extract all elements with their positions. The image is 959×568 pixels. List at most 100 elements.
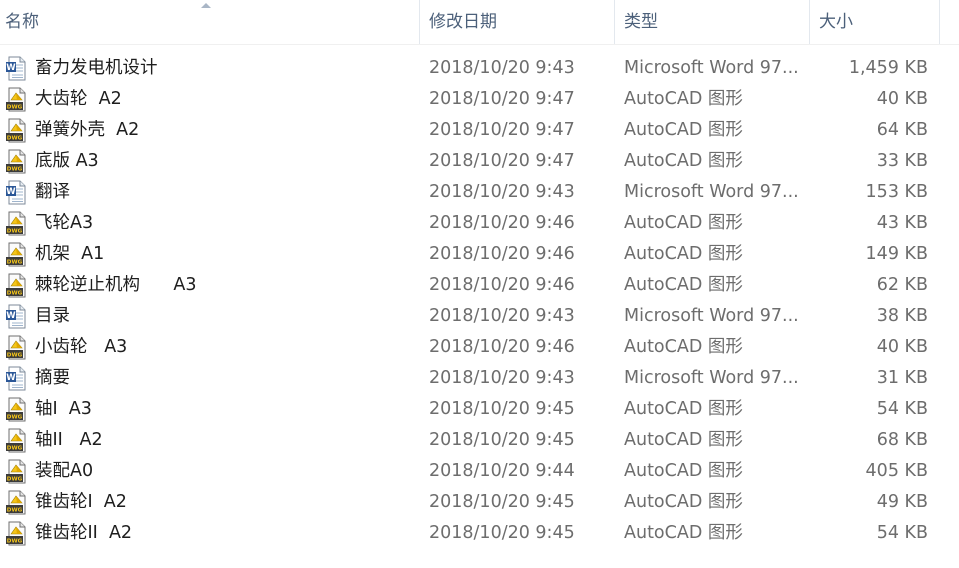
file-size: 49 KB (876, 492, 928, 512)
file-row[interactable]: DWG 棘轮逆止机构 A3 2018/10/20 9:46 AutoCAD 图形… (0, 270, 940, 301)
file-size: 153 KB (865, 182, 928, 202)
autocad-drawing-icon: DWG (5, 459, 29, 484)
file-size: 43 KB (876, 213, 928, 233)
file-name: 大齿轮 A2 (35, 89, 122, 109)
file-size: 40 KB (876, 337, 928, 357)
autocad-drawing-icon: DWG (5, 428, 29, 453)
autocad-drawing-icon: DWG (5, 87, 29, 112)
file-size: 40 KB (876, 89, 928, 109)
file-type: AutoCAD 图形 (624, 151, 743, 171)
svg-text:DWG: DWG (7, 105, 23, 111)
file-row[interactable]: DWG 飞轮A3 2018/10/20 9:46 AutoCAD 图形 43 K… (0, 208, 940, 239)
file-size: 149 KB (865, 244, 928, 264)
svg-text:DWG: DWG (7, 415, 23, 421)
file-type: AutoCAD 图形 (624, 120, 743, 140)
file-type: AutoCAD 图形 (624, 337, 743, 357)
autocad-drawing-icon: DWG (5, 242, 29, 267)
svg-text:DWG: DWG (7, 353, 23, 359)
column-header-bar: 名称 修改日期 类型 大小 (0, 0, 959, 45)
column-header-name[interactable]: 名称 (0, 0, 420, 44)
file-type: Microsoft Word 97... (624, 182, 799, 202)
column-header-size-label: 大小 (819, 12, 853, 32)
file-date-modified: 2018/10/20 9:45 (429, 492, 575, 512)
svg-text:W: W (6, 311, 16, 321)
file-name: 锥齿轮I A2 (35, 492, 127, 512)
autocad-drawing-icon: DWG (5, 118, 29, 143)
sort-ascending-icon (201, 3, 211, 8)
column-header-name-label: 名称 (5, 12, 39, 32)
file-row[interactable]: DWG 机架 A1 2018/10/20 9:46 AutoCAD 图形 149… (0, 239, 940, 270)
file-type: Microsoft Word 97... (624, 58, 799, 78)
file-row[interactable]: DWG 装配A0 2018/10/20 9:44 AutoCAD 图形 405 … (0, 456, 940, 487)
autocad-drawing-icon: DWG (5, 521, 29, 546)
file-name: 飞轮A3 (35, 213, 94, 233)
file-type: AutoCAD 图形 (624, 461, 743, 481)
file-name: 畜力发电机设计 (35, 58, 158, 78)
file-size: 68 KB (876, 430, 928, 450)
svg-text:DWG: DWG (7, 477, 23, 483)
word-document-icon: W (5, 366, 29, 391)
file-type: AutoCAD 图形 (624, 244, 743, 264)
autocad-drawing-icon: DWG (5, 397, 29, 422)
column-header-date-modified[interactable]: 修改日期 (420, 0, 615, 44)
file-date-modified: 2018/10/20 9:46 (429, 213, 575, 233)
file-name: 轴II A2 (35, 430, 103, 450)
file-size: 62 KB (876, 275, 928, 295)
file-type: Microsoft Word 97... (624, 306, 799, 326)
file-row[interactable]: W 摘要 2018/10/20 9:43 Microsoft Word 97..… (0, 363, 940, 394)
word-document-icon: W (5, 56, 29, 81)
file-row[interactable]: DWG 大齿轮 A2 2018/10/20 9:47 AutoCAD 图形 40… (0, 84, 940, 115)
file-name: 底版 A3 (35, 151, 99, 171)
file-date-modified: 2018/10/20 9:43 (429, 306, 575, 326)
file-date-modified: 2018/10/20 9:46 (429, 337, 575, 357)
file-row[interactable]: DWG 轴II A2 2018/10/20 9:45 AutoCAD 图形 68… (0, 425, 940, 456)
file-size: 31 KB (876, 368, 928, 388)
file-size: 54 KB (876, 523, 928, 543)
file-row[interactable]: DWG 底版 A3 2018/10/20 9:47 AutoCAD 图形 33 … (0, 146, 940, 177)
file-row[interactable]: DWG 弹簧外壳 A2 2018/10/20 9:47 AutoCAD 图形 6… (0, 115, 940, 146)
autocad-drawing-icon: DWG (5, 490, 29, 515)
file-row[interactable]: W 目录 2018/10/20 9:43 Microsoft Word 97..… (0, 301, 940, 332)
svg-text:DWG: DWG (7, 229, 23, 235)
file-row[interactable]: W 翻译 2018/10/20 9:43 Microsoft Word 97..… (0, 177, 940, 208)
file-row[interactable]: DWG 锥齿轮I A2 2018/10/20 9:45 AutoCAD 图形 4… (0, 487, 940, 518)
svg-text:DWG: DWG (7, 508, 23, 514)
file-name: 翻译 (35, 182, 70, 202)
svg-text:DWG: DWG (7, 136, 23, 142)
file-row[interactable]: DWG 小齿轮 A3 2018/10/20 9:46 AutoCAD 图形 40… (0, 332, 940, 363)
file-type: AutoCAD 图形 (624, 275, 743, 295)
file-date-modified: 2018/10/20 9:45 (429, 430, 575, 450)
file-size: 38 KB (876, 306, 928, 326)
file-type: AutoCAD 图形 (624, 399, 743, 419)
svg-text:W: W (6, 63, 16, 73)
file-name: 轴I A3 (35, 399, 92, 419)
file-date-modified: 2018/10/20 9:43 (429, 368, 575, 388)
file-date-modified: 2018/10/20 9:47 (429, 120, 575, 140)
svg-text:W: W (6, 373, 16, 383)
word-document-icon: W (5, 304, 29, 329)
file-type: AutoCAD 图形 (624, 89, 743, 109)
file-date-modified: 2018/10/20 9:43 (429, 58, 575, 78)
file-row[interactable]: DWG 锥齿轮II A2 2018/10/20 9:45 AutoCAD 图形 … (0, 518, 940, 549)
file-date-modified: 2018/10/20 9:44 (429, 461, 575, 481)
file-name: 装配A0 (35, 461, 94, 481)
svg-text:W: W (6, 187, 16, 197)
file-list: W 畜力发电机设计 2018/10/20 9:43 Microsoft Word… (0, 53, 959, 549)
file-date-modified: 2018/10/20 9:45 (429, 523, 575, 543)
file-row[interactable]: W 畜力发电机设计 2018/10/20 9:43 Microsoft Word… (0, 53, 940, 84)
file-type: AutoCAD 图形 (624, 492, 743, 512)
column-header-type[interactable]: 类型 (615, 0, 810, 44)
file-date-modified: 2018/10/20 9:46 (429, 275, 575, 295)
svg-text:DWG: DWG (7, 260, 23, 266)
file-size: 1,459 KB (848, 58, 928, 78)
file-date-modified: 2018/10/20 9:47 (429, 89, 575, 109)
file-type: AutoCAD 图形 (624, 430, 743, 450)
file-name: 摘要 (35, 368, 70, 388)
file-size: 54 KB (876, 399, 928, 419)
svg-text:DWG: DWG (7, 446, 23, 452)
column-header-size[interactable]: 大小 (810, 0, 940, 44)
file-type: Microsoft Word 97... (624, 368, 799, 388)
file-explorer-details-view: 名称 修改日期 类型 大小 W 畜力发电机设计 2018/10/20 9:43 … (0, 0, 959, 568)
file-size: 33 KB (876, 151, 928, 171)
file-row[interactable]: DWG 轴I A3 2018/10/20 9:45 AutoCAD 图形 54 … (0, 394, 940, 425)
